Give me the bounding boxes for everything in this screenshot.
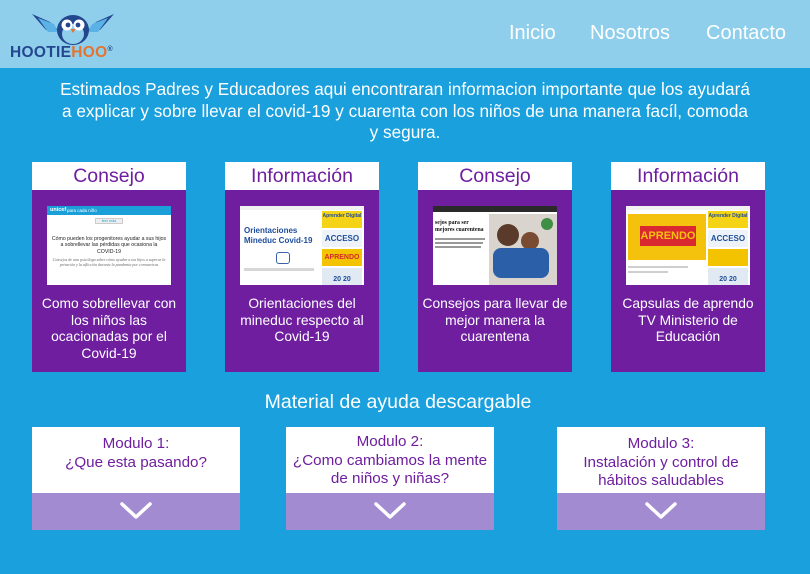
downloads-title: Material de ayuda descargable [264,391,532,413]
nav-inicio[interactable]: Inicio [509,22,556,45]
chevron-down-icon [120,502,152,519]
module-label: Modulo 3: Instalación y control de hábit… [557,427,765,493]
module-1[interactable]: Modulo 1: ¿Que esta pasando? [32,427,240,530]
card-title: Consejo [418,162,572,190]
card-informacion-2[interactable]: Información APRENDO Aprender Digital ACC… [611,162,765,372]
module-label: Modulo 1: ¿Que esta pasando? [32,427,240,493]
module-number: Modulo 2: [356,433,424,450]
card-description: Orientaciones del mineduc respecto al Co… [240,296,364,344]
module-title-line: de niños y niñas? [330,470,450,487]
module-2[interactable]: Modulo 2: ¿Como cambiamos la mente de ni… [286,427,494,530]
card-title: Información [225,162,379,190]
header: HOOTIEHOO® Inicio Nosotros Contacto [0,0,810,68]
card-thumbnail: APRENDO Aprender Digital ACCESO 20 20 [626,206,750,285]
card-description: Capsulas de aprendo TV Ministerio de Edu… [622,296,754,344]
module-title-line: Instalación y control de [583,453,739,471]
card-description: Como sobrellevar con los niños las ocaci… [41,296,177,361]
module-toggle-button[interactable] [32,493,240,530]
card-consejo-1[interactable]: Consejo unicef para cada niño leer más C… [32,162,186,372]
card-consejo-2[interactable]: Consejo sejos para ser mejores cuarenten… [418,162,572,372]
nav-nosotros[interactable]: Nosotros [590,22,670,45]
intro-text: Estimados Padres y Educadores aqui encon… [60,79,750,142]
card-description: Consejos para llevar de mejor manera la … [422,296,568,344]
card-thumbnail: sejos para ser mejores cuarentena [433,206,557,285]
module-title-line: ¿Que esta pasando? [65,453,207,471]
brand-logo[interactable]: HOOTIEHOO® [10,6,125,62]
module-number: Modulo 1: [102,435,170,452]
module-toggle-button[interactable] [557,493,765,530]
card-thumbnail: unicef para cada niño leer más Cómo pued… [47,206,171,285]
module-toggle-button[interactable] [286,493,494,530]
logo-wordmark: HOOTIEHOO® [10,44,113,61]
card-thumbnail: Orientaciones Mineduc Covid-19 Aprender … [240,206,364,285]
module-3[interactable]: Modulo 3: Instalación y control de hábit… [557,427,765,530]
card-informacion-1[interactable]: Información Orientaciones Mineduc Covid-… [225,162,379,372]
owl-logo-icon [32,14,114,45]
module-title-line: ¿Como cambiamos la mente [292,451,488,469]
card-title: Consejo [32,162,186,190]
card-title: Información [611,162,765,190]
chevron-down-icon [645,502,677,519]
nav-contacto[interactable]: Contacto [706,22,786,45]
module-title-line: hábitos saludables [598,472,724,489]
module-number: Modulo 3: [627,435,695,452]
module-label: Modulo 2: ¿Como cambiamos la mente de ni… [286,427,494,493]
chevron-down-icon [374,502,406,519]
